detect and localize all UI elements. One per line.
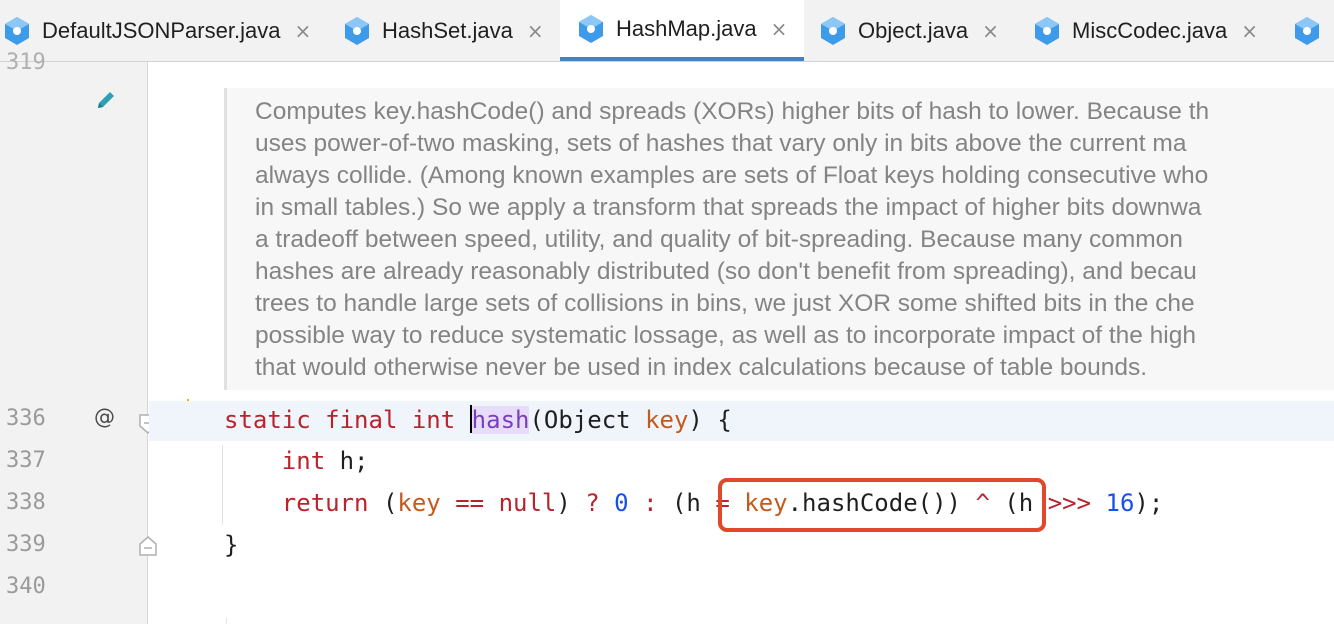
- keyword: return: [281, 489, 369, 517]
- editor-gutter: 319 336 337 338 339 340 @: [0, 50, 157, 624]
- code-token: ) {: [688, 406, 732, 434]
- code-token: h;: [325, 447, 369, 475]
- code-line-336[interactable]: static final int hash(Object key) {: [224, 405, 732, 434]
- javadoc-line: Computes key.hashCode() and spreads (XOR…: [255, 98, 1210, 125]
- javadoc-line: uses power-of-two masking, sets of hashe…: [255, 130, 1187, 157]
- code-token: (: [368, 489, 398, 517]
- code-line-339[interactable]: }: [224, 531, 238, 559]
- indent-guide: [226, 618, 227, 624]
- javadoc-line: a tradeoff between speed, utility, and q…: [255, 226, 1183, 253]
- closing-brace: }: [224, 531, 239, 559]
- tab-overflow[interactable]: [1294, 0, 1334, 61]
- java-class-icon: [4, 16, 30, 46]
- close-icon[interactable]: ×: [982, 21, 999, 41]
- keyword: int: [411, 406, 456, 434]
- override-marker[interactable]: @: [94, 405, 115, 429]
- code-token: );: [1134, 489, 1164, 517]
- rendered-javadoc: Computes key.hashCode() and spreads (XOR…: [224, 88, 1334, 390]
- close-icon[interactable]: ×: [527, 21, 544, 41]
- line-number: 339: [6, 532, 46, 557]
- tab-object[interactable]: Object.java ×: [820, 0, 1020, 61]
- javadoc-line: in small tables.) So we apply a transfor…: [255, 194, 1202, 221]
- parameter: key: [645, 406, 689, 434]
- operator: ==: [440, 489, 499, 517]
- tab-label: Object.java: [858, 17, 969, 43]
- java-class-icon: [578, 14, 604, 44]
- code-line-337[interactable]: int h;: [224, 447, 369, 475]
- operator: ?: [585, 489, 600, 517]
- keyword: int: [281, 447, 326, 475]
- close-icon[interactable]: ×: [1241, 21, 1258, 41]
- number-literal: 16: [1105, 489, 1135, 517]
- line-number: 337: [6, 448, 46, 473]
- fold-icon[interactable]: [138, 535, 158, 561]
- tab-label: HashMap.java: [616, 15, 757, 41]
- parameter: key: [397, 489, 441, 517]
- tab-label: MiscCodec.java: [1072, 17, 1228, 43]
- javadoc-line: that would otherwise never be used in in…: [255, 354, 1148, 381]
- code-token: ): [556, 489, 586, 517]
- java-class-icon: [1294, 16, 1320, 46]
- javadoc-line: possible way to reduce systematic lossag…: [255, 322, 1197, 349]
- number-literal: 0: [614, 489, 629, 517]
- keyword: final: [325, 406, 398, 434]
- method-name: hash: [471, 406, 530, 434]
- line-number: 336: [6, 406, 46, 431]
- line-number: 340: [6, 574, 46, 599]
- keyword: static: [224, 406, 311, 434]
- tab-hashmap[interactable]: HashMap.java ×: [560, 0, 804, 61]
- editor-tab-bar: DefaultJSONParser.java × HashSet.java × …: [0, 0, 1334, 62]
- indent-guide: [222, 445, 223, 525]
- code-token: (Object: [529, 406, 646, 434]
- line-number: 338: [6, 490, 46, 515]
- javadoc-line: always collide. (Among known examples ar…: [255, 162, 1209, 189]
- java-class-icon: [344, 16, 370, 46]
- annotation-highlight-box: [718, 478, 1046, 532]
- tab-label: HashSet.java: [382, 17, 513, 43]
- tab-label: DefaultJSONParser.java: [42, 17, 281, 43]
- operator: >>>: [1047, 489, 1092, 517]
- java-class-icon: [820, 16, 846, 46]
- pencil-icon[interactable]: [94, 88, 118, 116]
- keyword: null: [498, 489, 557, 517]
- tab-hashset[interactable]: HashSet.java ×: [344, 0, 560, 61]
- code-token: (h: [671, 489, 716, 517]
- close-icon[interactable]: ×: [294, 21, 311, 41]
- javadoc-line: trees to handle large sets of collisions…: [255, 290, 1195, 317]
- javadoc-line: hashes are already reasonably distribute…: [255, 258, 1197, 285]
- line-number: 319: [6, 50, 46, 75]
- operator: :: [643, 489, 658, 517]
- tab-misccodec[interactable]: MiscCodec.java ×: [1034, 0, 1284, 61]
- java-class-icon: [1034, 16, 1060, 46]
- close-icon[interactable]: ×: [771, 19, 788, 39]
